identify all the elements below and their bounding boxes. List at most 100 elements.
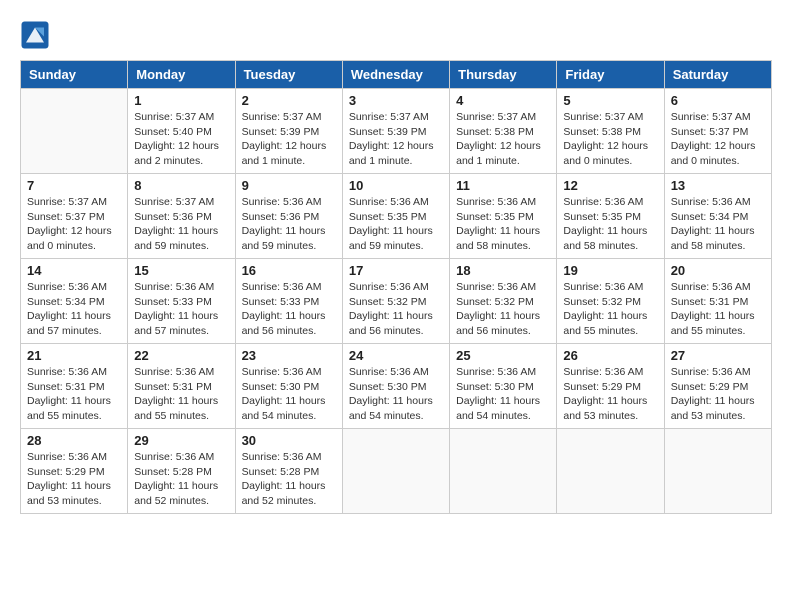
day-info: Sunrise: 5:36 AM Sunset: 5:35 PM Dayligh… bbox=[456, 195, 550, 254]
day-cell bbox=[342, 429, 449, 514]
day-cell: 2 Sunrise: 5:37 AM Sunset: 5:39 PM Daylig… bbox=[235, 89, 342, 174]
day-number: 14 bbox=[27, 263, 121, 278]
weekday-header-wednesday: Wednesday bbox=[342, 61, 449, 89]
day-cell: 7Sunrise: 5:37 AM Sunset: 5:37 PM Daylig… bbox=[21, 174, 128, 259]
day-cell: 28 Sunrise: 5:36 AM Sunset: 5:29 PM Dayli… bbox=[21, 429, 128, 514]
week-row-5: 28 Sunrise: 5:36 AM Sunset: 5:29 PM Dayli… bbox=[21, 429, 772, 514]
day-info: Sunrise: 5:36 AM Sunset: 5:29 PM Dayligh… bbox=[563, 365, 657, 424]
day-cell: 19 Sunrise: 5:36 AM Sunset: 5:32 PM Dayli… bbox=[557, 259, 664, 344]
week-row-1: 1 Sunrise: 5:37 AM Sunset: 5:40 PM Daylig… bbox=[21, 89, 772, 174]
day-number: 23 bbox=[242, 348, 336, 363]
day-cell bbox=[557, 429, 664, 514]
day-cell: 21 Sunrise: 5:36 AM Sunset: 5:31 PM Dayli… bbox=[21, 344, 128, 429]
day-info: Sunrise: 5:36 AM Sunset: 5:32 PM Dayligh… bbox=[456, 280, 550, 339]
day-cell: 13Sunrise: 5:36 AM Sunset: 5:34 PM Dayli… bbox=[664, 174, 771, 259]
day-info: Sunrise: 5:37 AM Sunset: 5:37 PM Dayligh… bbox=[671, 110, 765, 169]
day-number: 8 bbox=[134, 178, 228, 193]
day-number: 5 bbox=[563, 93, 657, 108]
day-cell: 6Sunrise: 5:37 AM Sunset: 5:37 PM Daylig… bbox=[664, 89, 771, 174]
day-number: 30 bbox=[242, 433, 336, 448]
day-cell: 29 Sunrise: 5:36 AM Sunset: 5:28 PM Dayli… bbox=[128, 429, 235, 514]
day-cell: 15 Sunrise: 5:36 AM Sunset: 5:33 PM Dayli… bbox=[128, 259, 235, 344]
day-cell: 8 Sunrise: 5:37 AM Sunset: 5:36 PM Daylig… bbox=[128, 174, 235, 259]
day-cell: 22Sunrise: 5:36 AM Sunset: 5:31 PM Dayli… bbox=[128, 344, 235, 429]
day-cell: 24 Sunrise: 5:36 AM Sunset: 5:30 PM Dayli… bbox=[342, 344, 449, 429]
day-info: Sunrise: 5:36 AM Sunset: 5:30 PM Dayligh… bbox=[349, 365, 443, 424]
day-cell: 27Sunrise: 5:36 AM Sunset: 5:29 PM Dayli… bbox=[664, 344, 771, 429]
day-info: Sunrise: 5:36 AM Sunset: 5:32 PM Dayligh… bbox=[563, 280, 657, 339]
day-number: 25 bbox=[456, 348, 550, 363]
day-number: 20 bbox=[671, 263, 765, 278]
day-info: Sunrise: 5:36 AM Sunset: 5:30 PM Dayligh… bbox=[242, 365, 336, 424]
day-info: Sunrise: 5:36 AM Sunset: 5:28 PM Dayligh… bbox=[242, 450, 336, 509]
day-info: Sunrise: 5:37 AM Sunset: 5:38 PM Dayligh… bbox=[456, 110, 550, 169]
day-number: 24 bbox=[349, 348, 443, 363]
day-info: Sunrise: 5:36 AM Sunset: 5:33 PM Dayligh… bbox=[242, 280, 336, 339]
day-cell: 10 Sunrise: 5:36 AM Sunset: 5:35 PM Dayli… bbox=[342, 174, 449, 259]
weekday-header-saturday: Saturday bbox=[664, 61, 771, 89]
day-info: Sunrise: 5:36 AM Sunset: 5:29 PM Dayligh… bbox=[27, 450, 121, 509]
day-cell: 18 Sunrise: 5:36 AM Sunset: 5:32 PM Dayli… bbox=[450, 259, 557, 344]
day-number: 15 bbox=[134, 263, 228, 278]
day-info: Sunrise: 5:36 AM Sunset: 5:34 PM Dayligh… bbox=[671, 195, 765, 254]
day-cell: 30 Sunrise: 5:36 AM Sunset: 5:28 PM Dayli… bbox=[235, 429, 342, 514]
day-cell: 25 Sunrise: 5:36 AM Sunset: 5:30 PM Dayli… bbox=[450, 344, 557, 429]
day-cell: 16Sunrise: 5:36 AM Sunset: 5:33 PM Dayli… bbox=[235, 259, 342, 344]
day-info: Sunrise: 5:37 AM Sunset: 5:37 PM Dayligh… bbox=[27, 195, 121, 254]
day-number: 29 bbox=[134, 433, 228, 448]
day-number: 1 bbox=[134, 93, 228, 108]
day-info: Sunrise: 5:36 AM Sunset: 5:34 PM Dayligh… bbox=[27, 280, 121, 339]
day-cell: 3 Sunrise: 5:37 AM Sunset: 5:39 PM Daylig… bbox=[342, 89, 449, 174]
day-info: Sunrise: 5:37 AM Sunset: 5:39 PM Dayligh… bbox=[349, 110, 443, 169]
weekday-header-tuesday: Tuesday bbox=[235, 61, 342, 89]
day-info: Sunrise: 5:36 AM Sunset: 5:31 PM Dayligh… bbox=[27, 365, 121, 424]
day-cell bbox=[450, 429, 557, 514]
day-cell: 1 Sunrise: 5:37 AM Sunset: 5:40 PM Daylig… bbox=[128, 89, 235, 174]
day-number: 9 bbox=[242, 178, 336, 193]
logo bbox=[20, 20, 54, 50]
day-info: Sunrise: 5:37 AM Sunset: 5:40 PM Dayligh… bbox=[134, 110, 228, 169]
day-cell: 26 Sunrise: 5:36 AM Sunset: 5:29 PM Dayli… bbox=[557, 344, 664, 429]
day-cell: 4 Sunrise: 5:37 AM Sunset: 5:38 PM Daylig… bbox=[450, 89, 557, 174]
day-number: 18 bbox=[456, 263, 550, 278]
day-number: 27 bbox=[671, 348, 765, 363]
day-cell: 5 Sunrise: 5:37 AM Sunset: 5:38 PM Daylig… bbox=[557, 89, 664, 174]
day-cell: 17 Sunrise: 5:36 AM Sunset: 5:32 PM Dayli… bbox=[342, 259, 449, 344]
week-row-4: 21 Sunrise: 5:36 AM Sunset: 5:31 PM Dayli… bbox=[21, 344, 772, 429]
calendar-table: SundayMondayTuesdayWednesdayThursdayFrid… bbox=[20, 60, 772, 514]
day-number: 11 bbox=[456, 178, 550, 193]
day-cell: 14 Sunrise: 5:36 AM Sunset: 5:34 PM Dayli… bbox=[21, 259, 128, 344]
day-info: Sunrise: 5:36 AM Sunset: 5:33 PM Dayligh… bbox=[134, 280, 228, 339]
day-number: 19 bbox=[563, 263, 657, 278]
week-row-2: 7Sunrise: 5:37 AM Sunset: 5:37 PM Daylig… bbox=[21, 174, 772, 259]
weekday-header-friday: Friday bbox=[557, 61, 664, 89]
day-info: Sunrise: 5:36 AM Sunset: 5:35 PM Dayligh… bbox=[349, 195, 443, 254]
day-number: 12 bbox=[563, 178, 657, 193]
day-number: 26 bbox=[563, 348, 657, 363]
weekday-header-row: SundayMondayTuesdayWednesdayThursdayFrid… bbox=[21, 61, 772, 89]
day-number: 4 bbox=[456, 93, 550, 108]
day-info: Sunrise: 5:36 AM Sunset: 5:30 PM Dayligh… bbox=[456, 365, 550, 424]
day-info: Sunrise: 5:36 AM Sunset: 5:28 PM Dayligh… bbox=[134, 450, 228, 509]
weekday-header-monday: Monday bbox=[128, 61, 235, 89]
day-info: Sunrise: 5:37 AM Sunset: 5:36 PM Dayligh… bbox=[134, 195, 228, 254]
day-info: Sunrise: 5:37 AM Sunset: 5:39 PM Dayligh… bbox=[242, 110, 336, 169]
day-number: 28 bbox=[27, 433, 121, 448]
day-number: 2 bbox=[242, 93, 336, 108]
day-number: 10 bbox=[349, 178, 443, 193]
day-cell: 23 Sunrise: 5:36 AM Sunset: 5:30 PM Dayli… bbox=[235, 344, 342, 429]
day-cell: 9 Sunrise: 5:36 AM Sunset: 5:36 PM Daylig… bbox=[235, 174, 342, 259]
day-cell bbox=[664, 429, 771, 514]
day-number: 17 bbox=[349, 263, 443, 278]
day-cell bbox=[21, 89, 128, 174]
day-info: Sunrise: 5:36 AM Sunset: 5:31 PM Dayligh… bbox=[134, 365, 228, 424]
week-row-3: 14 Sunrise: 5:36 AM Sunset: 5:34 PM Dayli… bbox=[21, 259, 772, 344]
day-info: Sunrise: 5:36 AM Sunset: 5:32 PM Dayligh… bbox=[349, 280, 443, 339]
day-info: Sunrise: 5:36 AM Sunset: 5:31 PM Dayligh… bbox=[671, 280, 765, 339]
weekday-header-sunday: Sunday bbox=[21, 61, 128, 89]
day-info: Sunrise: 5:36 AM Sunset: 5:36 PM Dayligh… bbox=[242, 195, 336, 254]
day-number: 21 bbox=[27, 348, 121, 363]
page-header bbox=[20, 20, 772, 50]
day-number: 3 bbox=[349, 93, 443, 108]
day-info: Sunrise: 5:37 AM Sunset: 5:38 PM Dayligh… bbox=[563, 110, 657, 169]
